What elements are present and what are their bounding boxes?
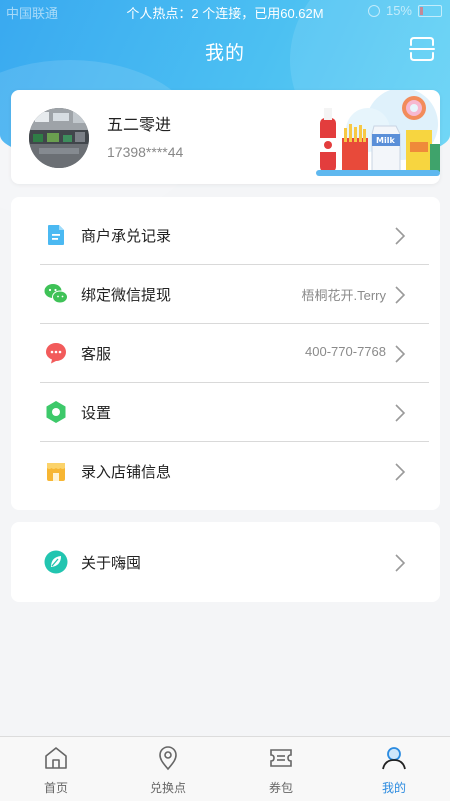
document-icon (48, 225, 64, 245)
coupon-icon (270, 749, 292, 767)
tab-mine[interactable]: 我的 (338, 737, 450, 801)
chat-bubble-icon (46, 343, 66, 364)
menu-card: 商户承兑记录 绑定微信提现 梧桐花开.Terry 客服 400-770-7768 (11, 197, 440, 510)
wechat-account-value: 梧桐花开.Terry (301, 288, 386, 303)
status-right: 15% (367, 3, 442, 18)
leaf-icon (44, 550, 68, 574)
tab-label: 券包 (268, 781, 293, 795)
battery-icon (418, 4, 442, 17)
chevron-right-icon (395, 404, 406, 422)
avatar[interactable] (29, 108, 89, 168)
chevron-right-icon (395, 463, 406, 481)
status-bar: 中国联通 个人热点：2 个连接，已用60.62M 15% (0, 0, 450, 22)
bottom-tab-bar: 首页 兑换点 券包 我的 (0, 736, 450, 801)
chevron-right-icon (395, 345, 406, 363)
menu-item-settings[interactable]: 设置 (11, 383, 440, 441)
alarm-icon (367, 4, 380, 17)
menu-item-store-info[interactable]: 录入店铺信息 (11, 442, 440, 500)
chevron-right-icon (395, 554, 406, 572)
home-icon (45, 747, 67, 769)
menu-item-about[interactable]: 关于嗨囤 (11, 533, 440, 591)
page-title: 我的 (204, 43, 245, 64)
snacks-illustration: Milk (316, 90, 440, 176)
tab-label: 兑换点 (149, 781, 186, 795)
chevron-right-icon (395, 286, 406, 304)
tab-coupons[interactable]: 券包 (225, 737, 337, 801)
menu-item-merchant-records[interactable]: 商户承兑记录 (11, 206, 440, 264)
menu-item-label: 客服 (81, 346, 112, 363)
tab-exchange-point[interactable]: 兑换点 (112, 737, 224, 801)
scan-button[interactable] (409, 36, 435, 62)
store-icon (47, 463, 65, 481)
menu-item-label: 绑定微信提现 (81, 287, 172, 304)
menu-item-label: 设置 (81, 405, 112, 422)
about-card: 关于嗨囤 (11, 522, 440, 602)
menu-item-bind-wechat[interactable]: 绑定微信提现 梧桐花开.Terry (11, 265, 440, 323)
about-label: 关于嗨囤 (81, 555, 142, 572)
avatar-image (29, 108, 89, 168)
menu-item-label: 录入店铺信息 (81, 464, 172, 481)
svg-text:Milk: Milk (376, 136, 395, 145)
menu-item-customer-service[interactable]: 客服 400-770-7768 (11, 324, 440, 382)
menu-item-label: 商户承兑记录 (81, 228, 172, 245)
chevron-right-icon (395, 227, 406, 245)
wechat-icon (44, 284, 68, 304)
location-pin-icon (159, 746, 177, 771)
profile-phone: 17398****44 (107, 144, 184, 160)
gear-icon (46, 401, 66, 423)
battery-percent: 15% (385, 3, 412, 18)
service-phone-value: 400-770-7768 (305, 344, 386, 359)
profile-name: 五二零进 (107, 117, 172, 134)
tab-home[interactable]: 首页 (0, 737, 112, 801)
tab-label: 首页 (43, 781, 68, 795)
profile-card[interactable]: 五二零进 17398****44 Milk (11, 90, 440, 184)
user-icon (382, 747, 406, 770)
scan-icon (409, 37, 435, 61)
tab-label: 我的 (381, 781, 406, 795)
